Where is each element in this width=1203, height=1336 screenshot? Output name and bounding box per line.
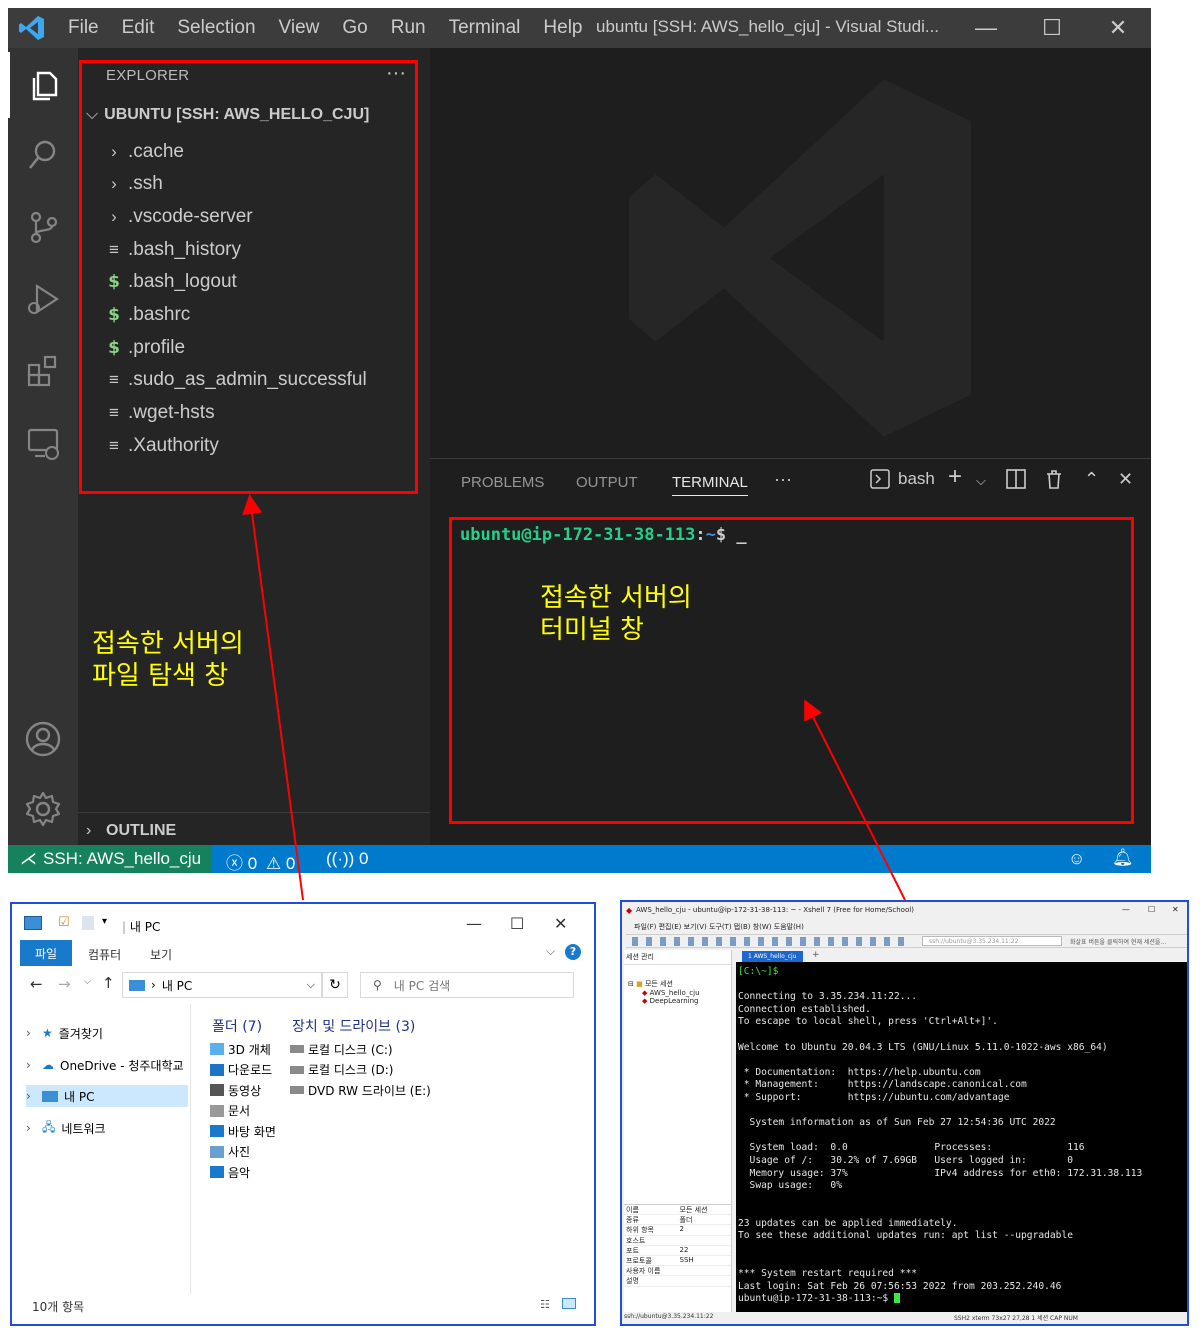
annotation-arrows [242, 494, 906, 901]
explorer-arrow [242, 494, 304, 901]
terminal-arrow [804, 699, 906, 901]
